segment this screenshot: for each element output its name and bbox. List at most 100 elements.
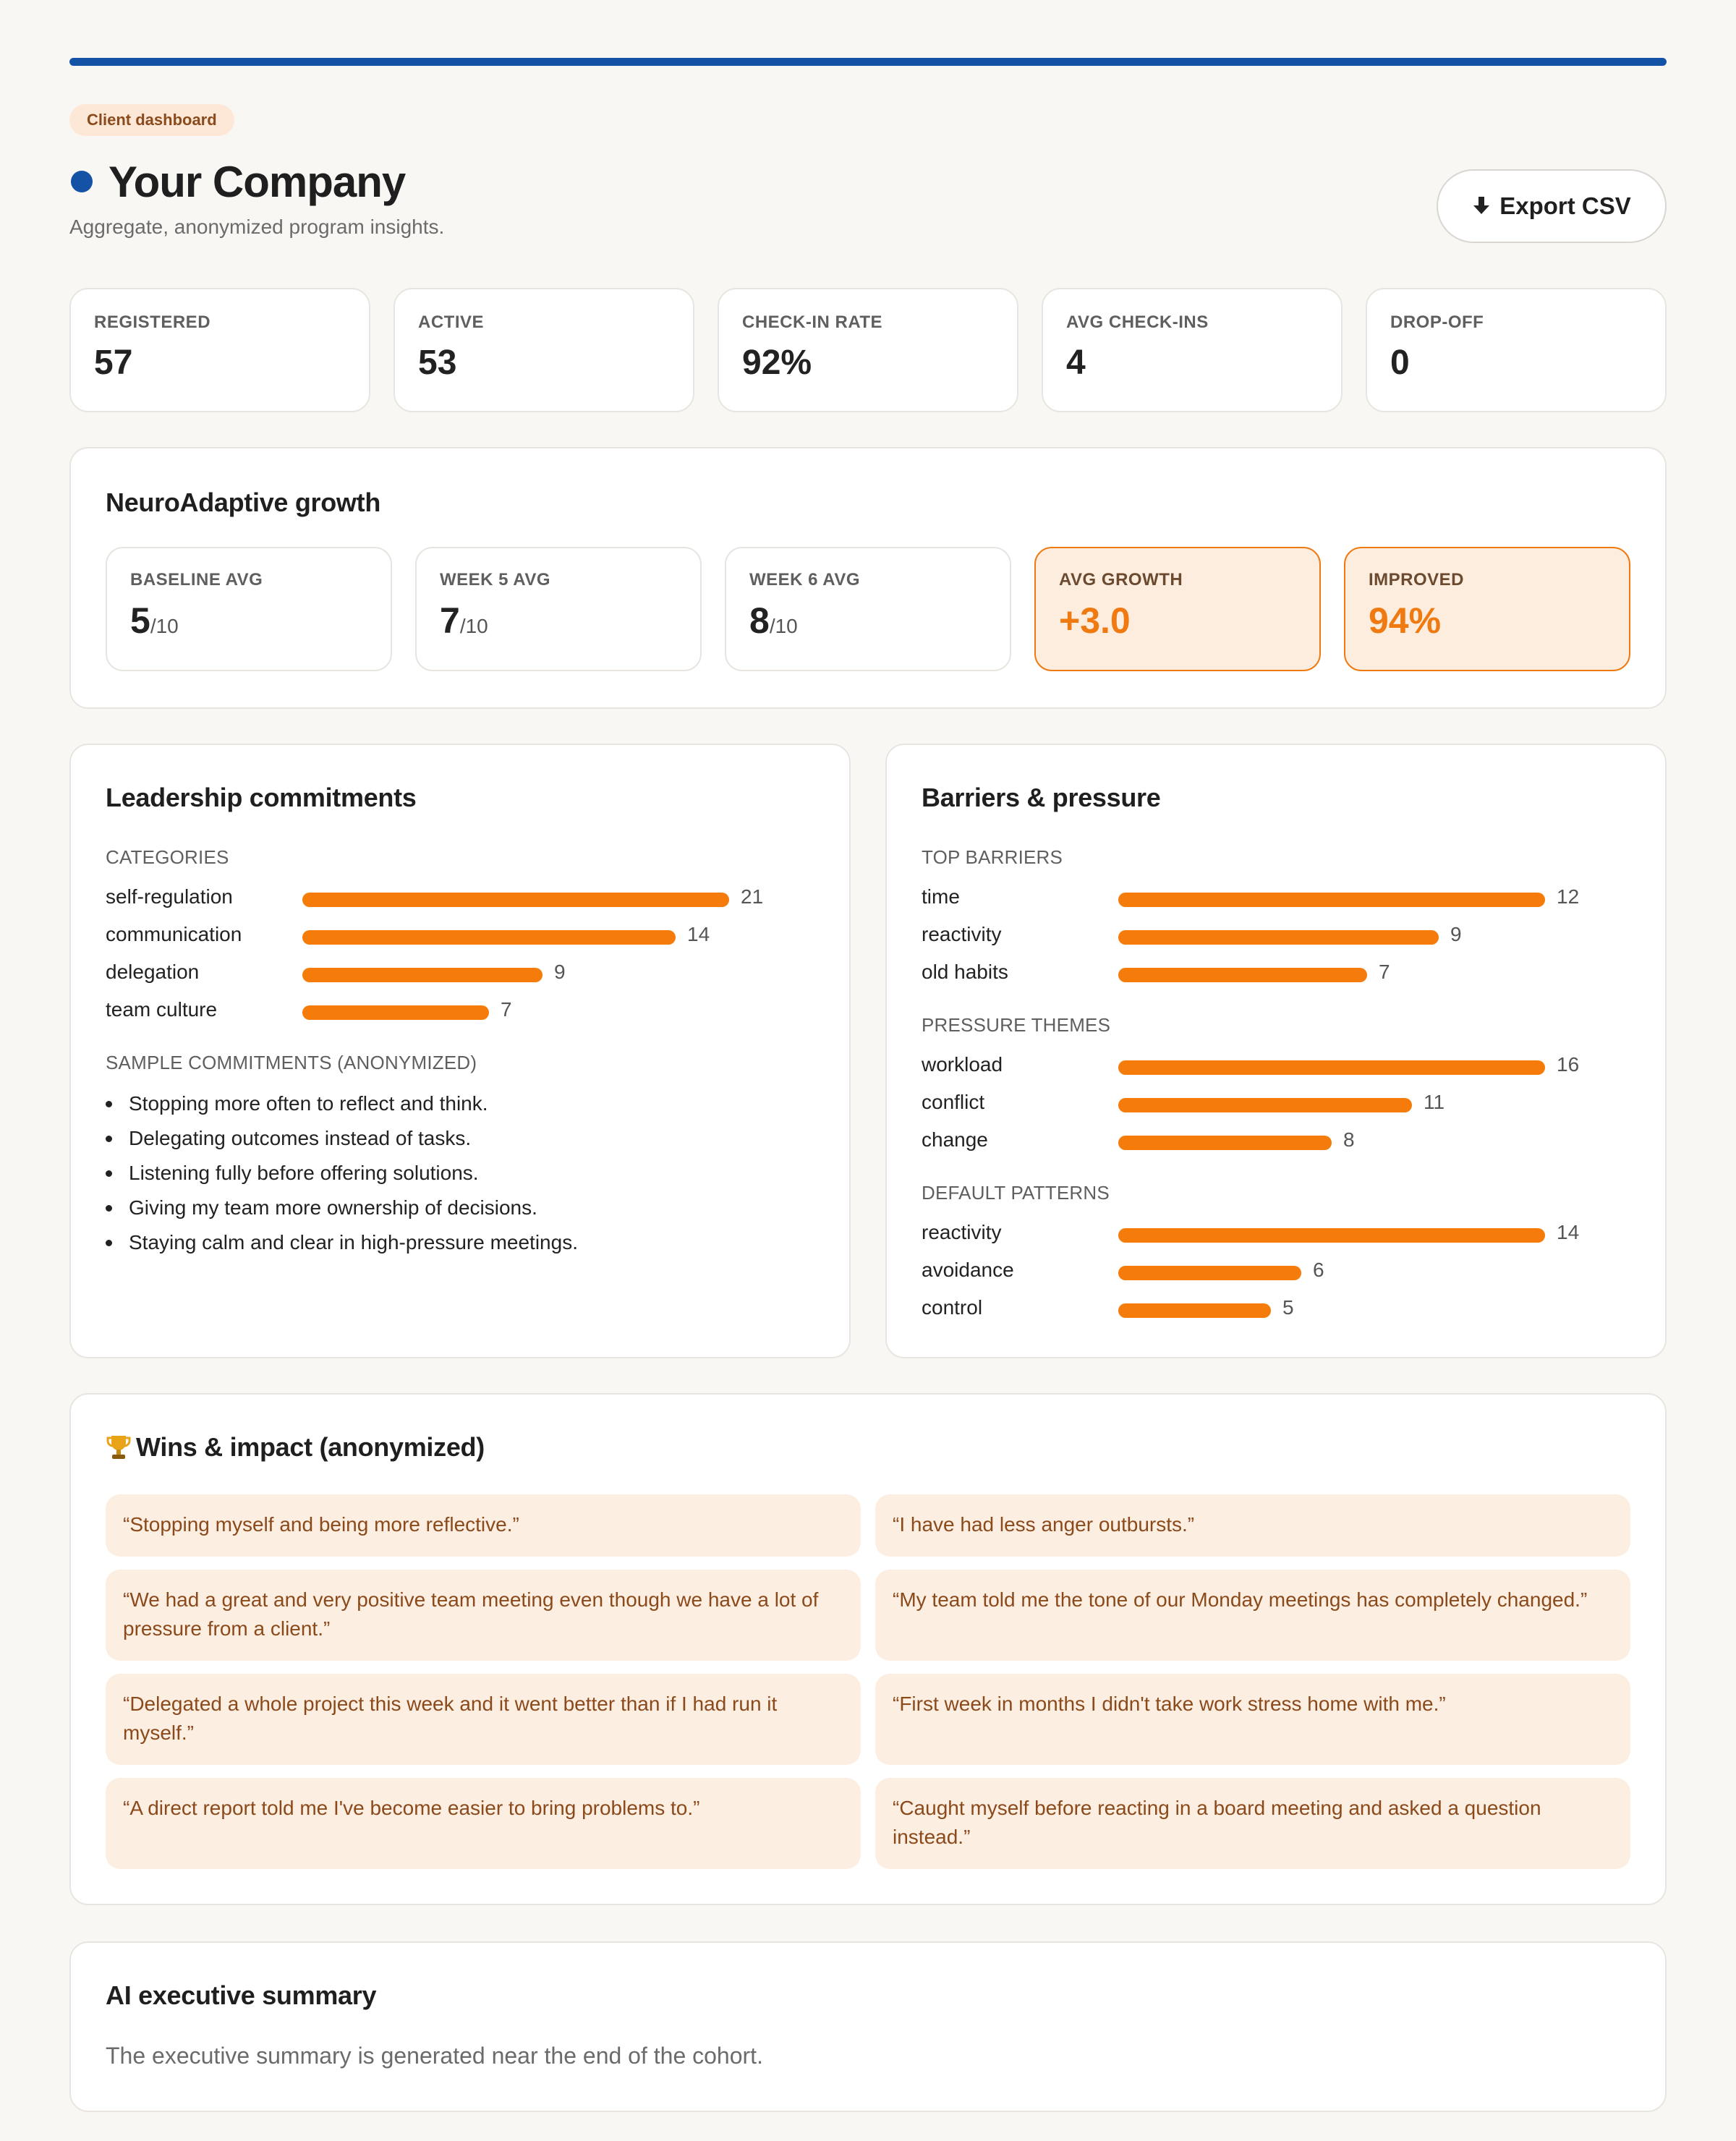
- bar-value: 9: [554, 961, 566, 983]
- bar-row: reactivity 14: [922, 1218, 1588, 1247]
- metric-label: AVG GROWTH: [1059, 570, 1183, 589]
- bar-row: time 12: [922, 882, 1588, 911]
- metric-baseline-avg: BASELINE AVG 5/10: [106, 547, 392, 671]
- bar-value: 14: [687, 923, 710, 945]
- bar-fill: [1118, 1303, 1271, 1318]
- samples-label: SAMPLE COMMITMENTS (ANONYMIZED): [106, 1052, 477, 1073]
- sample-commitments-list: Stopping more often to reflect and think…: [101, 1086, 578, 1260]
- bar-label: control: [922, 1296, 983, 1319]
- bar-label: time: [922, 885, 960, 908]
- bar-row: self-regulation 21: [106, 882, 773, 911]
- leadership-title: Leadership commitments: [106, 783, 417, 812]
- bar-value: 11: [1424, 1091, 1445, 1113]
- bar-row: old habits 7: [922, 958, 1588, 987]
- bar-fill: [1118, 1228, 1545, 1243]
- bar-row: change 8: [922, 1125, 1588, 1154]
- bar-row: avoidance 6: [922, 1256, 1588, 1285]
- page-subtitle: Aggregate, anonymized program insights.: [69, 216, 445, 238]
- quote-card: “Delegated a whole project this week and…: [106, 1674, 861, 1765]
- bar-label: old habits: [922, 961, 1008, 983]
- bar-label: self-regulation: [106, 885, 233, 908]
- summary-text: The executive summary is generated near …: [106, 2043, 763, 2069]
- list-item: Delegating outcomes instead of tasks.: [101, 1121, 578, 1156]
- summary-title: AI executive summary: [106, 1980, 377, 2010]
- stat-label: ACTIVE: [418, 312, 485, 332]
- bar-label: change: [922, 1128, 988, 1151]
- stat-value: 0: [1390, 344, 1410, 382]
- bar-fill: [1118, 1136, 1332, 1150]
- growth-title: NeuroAdaptive growth: [106, 488, 381, 517]
- metric-week5-avg: WEEK 5 AVG 7/10: [415, 547, 702, 671]
- bar-fill: [1118, 1098, 1412, 1112]
- bar-label: team culture: [106, 998, 218, 1021]
- quote-card: “Caught myself before reacting in a boar…: [875, 1778, 1630, 1869]
- barriers-title: Barriers & pressure: [922, 783, 1161, 812]
- bar-row: control 5: [922, 1293, 1588, 1322]
- metric-label: IMPROVED: [1369, 570, 1465, 589]
- categories-label: CATEGORIES: [106, 846, 229, 868]
- metric-value: 8: [749, 600, 770, 641]
- bar-fill: [1118, 930, 1439, 945]
- metric-value: 94%: [1369, 600, 1442, 641]
- stat-card-registered: REGISTERED 57: [69, 288, 370, 412]
- quote-card: “We had a great and very positive team m…: [106, 1570, 861, 1661]
- bar-row: team culture 7: [106, 995, 773, 1024]
- stat-card-drop-off: DROP-OFF 0: [1366, 288, 1667, 412]
- bar-value: 7: [1379, 961, 1390, 983]
- bar-label: delegation: [106, 961, 200, 983]
- page-title: Your Company: [109, 158, 406, 206]
- quote-card: “My team told me the tone of our Monday …: [875, 1570, 1630, 1661]
- bar-value: 21: [741, 885, 764, 908]
- wins-header: Wins & impact (anonymized): [106, 1432, 485, 1463]
- bar-label: reactivity: [922, 923, 1002, 945]
- quote-card: “First week in months I didn't take work…: [875, 1674, 1630, 1765]
- metric-avg-growth: AVG GROWTH +3.0: [1034, 547, 1321, 671]
- page-tag: Client dashboard: [69, 104, 234, 136]
- export-csv-button[interactable]: Export CSV: [1437, 169, 1667, 243]
- stat-label: CHECK-IN RATE: [742, 312, 883, 332]
- bar-row: delegation 9: [106, 958, 773, 987]
- bar-value: 8: [1343, 1128, 1355, 1151]
- bar-fill: [302, 930, 676, 945]
- bar-value: 14: [1557, 1221, 1580, 1243]
- stat-value: 92%: [742, 344, 812, 382]
- stat-card-active: ACTIVE 53: [393, 288, 694, 412]
- stat-label: AVG CHECK-INS: [1066, 312, 1209, 332]
- metric-label: BASELINE AVG: [130, 570, 263, 589]
- metric-label: WEEK 5 AVG: [440, 570, 551, 589]
- bar-label: reactivity: [922, 1221, 1002, 1243]
- title-dot-icon: [71, 171, 93, 192]
- bar-row: workload 16: [922, 1050, 1588, 1079]
- barrier-group-label: DEFAULT PATTERNS: [922, 1182, 1110, 1204]
- stat-value: 57: [94, 344, 133, 382]
- list-item: Stopping more often to reflect and think…: [101, 1086, 578, 1121]
- summary-card: [69, 1941, 1667, 2112]
- bar-fill: [1118, 893, 1545, 907]
- metric-value: 7: [440, 600, 460, 641]
- bar-row: communication 14: [106, 920, 773, 949]
- metric-unit: /10: [459, 615, 488, 637]
- bar-label: workload: [922, 1053, 1003, 1076]
- bar-value: 7: [501, 998, 512, 1021]
- bar-label: conflict: [922, 1091, 985, 1113]
- bar-fill: [302, 1005, 489, 1020]
- bar-fill: [1118, 1266, 1301, 1280]
- stat-card-avg-check-ins: AVG CHECK-INS 4: [1042, 288, 1343, 412]
- download-icon: [1473, 197, 1490, 214]
- bar-row: conflict 11: [922, 1088, 1588, 1117]
- wins-title: Wins & impact (anonymized): [136, 1432, 485, 1462]
- list-item: Staying calm and clear in high-pressure …: [101, 1225, 578, 1260]
- stat-card-check-in-rate: CHECK-IN RATE 92%: [718, 288, 1018, 412]
- bar-label: avoidance: [922, 1259, 1014, 1281]
- export-csv-label: Export CSV: [1499, 192, 1631, 219]
- list-item: Listening fully before offering solution…: [101, 1156, 578, 1191]
- metric-value: 5: [130, 600, 150, 641]
- bar-fill: [1118, 1060, 1545, 1075]
- quote-card: “I have had less anger outbursts.”: [875, 1494, 1630, 1557]
- stat-label: DROP-OFF: [1390, 312, 1484, 332]
- bar-label: communication: [106, 923, 242, 945]
- stat-value: 4: [1066, 344, 1086, 382]
- metric-week6-avg: WEEK 6 AVG 8/10: [725, 547, 1011, 671]
- quote-card: “A direct report told me I've become eas…: [106, 1778, 861, 1869]
- bar-fill: [302, 968, 542, 982]
